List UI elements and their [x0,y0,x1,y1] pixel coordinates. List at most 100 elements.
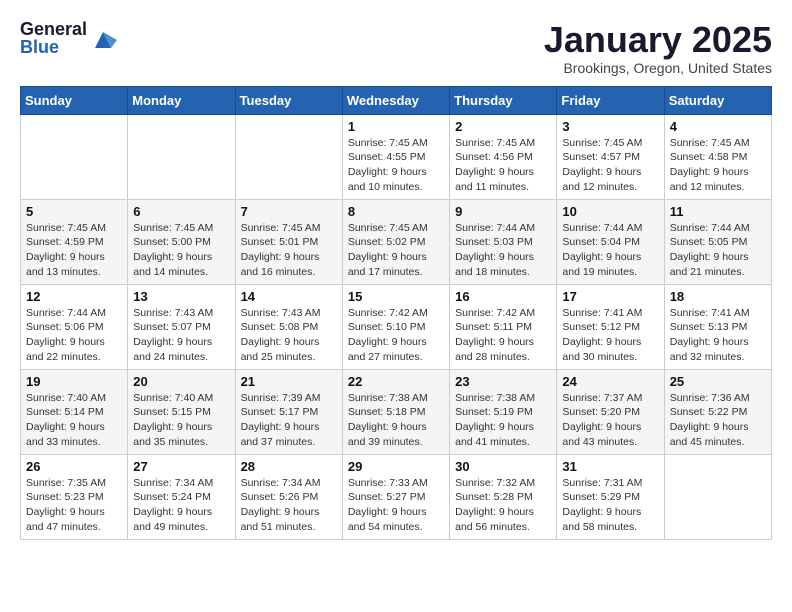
day-number: 29 [348,459,444,474]
col-saturday: Saturday [664,86,771,114]
day-number: 5 [26,204,122,219]
col-thursday: Thursday [450,86,557,114]
day-info: Sunrise: 7:45 AM Sunset: 5:01 PM Dayligh… [241,221,337,280]
day-info: Sunrise: 7:34 AM Sunset: 5:26 PM Dayligh… [241,476,337,535]
day-number: 20 [133,374,229,389]
calendar-cell: 15 Sunrise: 7:42 AM Sunset: 5:10 PM Dayli… [342,284,449,369]
logo-blue: Blue [20,38,87,56]
day-number: 16 [455,289,551,304]
page: General Blue January 2025 Brookings, Ore… [0,0,792,550]
calendar-cell: 27 Sunrise: 7:34 AM Sunset: 5:24 PM Dayli… [128,454,235,539]
day-info: Sunrise: 7:37 AM Sunset: 5:20 PM Dayligh… [562,391,658,450]
calendar-cell [128,114,235,199]
day-info: Sunrise: 7:45 AM Sunset: 4:59 PM Dayligh… [26,221,122,280]
day-number: 17 [562,289,658,304]
day-number: 2 [455,119,551,134]
day-number: 19 [26,374,122,389]
calendar-cell [235,114,342,199]
calendar-week-3: 12Sunrise: 7:44 AM Sunset: 5:06 PM Dayli… [21,284,772,369]
calendar-week-1: 1 Sunrise: 7:45 AM Sunset: 4:55 PM Daylig… [21,114,772,199]
day-number: 14 [241,289,337,304]
calendar-cell: 14 Sunrise: 7:43 AM Sunset: 5:08 PM Dayli… [235,284,342,369]
day-number: 15 [348,289,444,304]
day-number: 31 [562,459,658,474]
day-number: 23 [455,374,551,389]
calendar-cell: 7 Sunrise: 7:45 AM Sunset: 5:01 PM Daylig… [235,199,342,284]
day-number: 1 [348,119,444,134]
day-number: 30 [455,459,551,474]
day-number: 9 [455,204,551,219]
day-info: Sunrise: 7:43 AM Sunset: 5:07 PM Dayligh… [133,306,229,365]
day-number: 25 [670,374,766,389]
calendar-cell: 1 Sunrise: 7:45 AM Sunset: 4:55 PM Daylig… [342,114,449,199]
col-tuesday: Tuesday [235,86,342,114]
calendar-cell: 6 Sunrise: 7:45 AM Sunset: 5:00 PM Daylig… [128,199,235,284]
day-info: Sunrise: 7:34 AM Sunset: 5:24 PM Dayligh… [133,476,229,535]
col-friday: Friday [557,86,664,114]
day-info: Sunrise: 7:45 AM Sunset: 5:00 PM Dayligh… [133,221,229,280]
day-info: Sunrise: 7:31 AM Sunset: 5:29 PM Dayligh… [562,476,658,535]
day-info: Sunrise: 7:42 AM Sunset: 5:10 PM Dayligh… [348,306,444,365]
day-info: Sunrise: 7:40 AM Sunset: 5:14 PM Dayligh… [26,391,122,450]
day-info: Sunrise: 7:38 AM Sunset: 5:19 PM Dayligh… [455,391,551,450]
day-info: Sunrise: 7:41 AM Sunset: 5:13 PM Dayligh… [670,306,766,365]
day-info: Sunrise: 7:33 AM Sunset: 5:27 PM Dayligh… [348,476,444,535]
day-number: 6 [133,204,229,219]
day-info: Sunrise: 7:45 AM Sunset: 4:56 PM Dayligh… [455,136,551,195]
day-info: Sunrise: 7:39 AM Sunset: 5:17 PM Dayligh… [241,391,337,450]
calendar-cell: 12Sunrise: 7:44 AM Sunset: 5:06 PM Dayli… [21,284,128,369]
calendar-cell: 18 Sunrise: 7:41 AM Sunset: 5:13 PM Dayli… [664,284,771,369]
day-number: 18 [670,289,766,304]
col-sunday: Sunday [21,86,128,114]
calendar-cell [21,114,128,199]
day-number: 10 [562,204,658,219]
day-number: 7 [241,204,337,219]
day-info: Sunrise: 7:43 AM Sunset: 5:08 PM Dayligh… [241,306,337,365]
day-info: Sunrise: 7:44 AM Sunset: 5:03 PM Dayligh… [455,221,551,280]
calendar-cell: 4Sunrise: 7:45 AM Sunset: 4:58 PM Daylig… [664,114,771,199]
location: Brookings, Oregon, United States [544,60,772,76]
calendar-cell: 19 Sunrise: 7:40 AM Sunset: 5:14 PM Dayli… [21,369,128,454]
calendar-week-2: 5 Sunrise: 7:45 AM Sunset: 4:59 PM Daylig… [21,199,772,284]
day-number: 11 [670,204,766,219]
day-number: 8 [348,204,444,219]
day-number: 26 [26,459,122,474]
day-number: 3 [562,119,658,134]
col-monday: Monday [128,86,235,114]
month-title: January 2025 [544,20,772,60]
day-number: 27 [133,459,229,474]
day-number: 28 [241,459,337,474]
day-info: Sunrise: 7:45 AM Sunset: 5:02 PM Dayligh… [348,221,444,280]
calendar-week-5: 26 Sunrise: 7:35 AM Sunset: 5:23 PM Dayli… [21,454,772,539]
day-info: Sunrise: 7:45 AM Sunset: 4:55 PM Dayligh… [348,136,444,195]
calendar-cell [664,454,771,539]
calendar-cell: 24 Sunrise: 7:37 AM Sunset: 5:20 PM Dayli… [557,369,664,454]
logo: General Blue [20,20,117,56]
calendar-week-4: 19 Sunrise: 7:40 AM Sunset: 5:14 PM Dayli… [21,369,772,454]
day-info: Sunrise: 7:45 AM Sunset: 4:57 PM Dayligh… [562,136,658,195]
calendar-cell: 22 Sunrise: 7:38 AM Sunset: 5:18 PM Dayli… [342,369,449,454]
day-info: Sunrise: 7:32 AM Sunset: 5:28 PM Dayligh… [455,476,551,535]
header: General Blue January 2025 Brookings, Ore… [20,20,772,76]
calendar-cell: 11 Sunrise: 7:44 AM Sunset: 5:05 PM Dayli… [664,199,771,284]
day-info: Sunrise: 7:44 AM Sunset: 5:06 PM Dayligh… [26,306,122,365]
calendar-cell: 25Sunrise: 7:36 AM Sunset: 5:22 PM Dayli… [664,369,771,454]
calendar-cell: 29 Sunrise: 7:33 AM Sunset: 5:27 PM Dayli… [342,454,449,539]
logo-icon [89,26,117,54]
day-number: 21 [241,374,337,389]
day-info: Sunrise: 7:42 AM Sunset: 5:11 PM Dayligh… [455,306,551,365]
day-number: 24 [562,374,658,389]
day-info: Sunrise: 7:38 AM Sunset: 5:18 PM Dayligh… [348,391,444,450]
day-info: Sunrise: 7:35 AM Sunset: 5:23 PM Dayligh… [26,476,122,535]
calendar-table: Sunday Monday Tuesday Wednesday Thursday… [20,86,772,540]
day-number: 4 [670,119,766,134]
calendar-cell: 21 Sunrise: 7:39 AM Sunset: 5:17 PM Dayli… [235,369,342,454]
calendar-cell: 23 Sunrise: 7:38 AM Sunset: 5:19 PM Dayli… [450,369,557,454]
day-info: Sunrise: 7:41 AM Sunset: 5:12 PM Dayligh… [562,306,658,365]
day-number: 22 [348,374,444,389]
title-block: January 2025 Brookings, Oregon, United S… [544,20,772,76]
day-info: Sunrise: 7:44 AM Sunset: 5:05 PM Dayligh… [670,221,766,280]
col-wednesday: Wednesday [342,86,449,114]
calendar-cell: 9 Sunrise: 7:44 AM Sunset: 5:03 PM Daylig… [450,199,557,284]
logo-text: General Blue [20,20,87,56]
